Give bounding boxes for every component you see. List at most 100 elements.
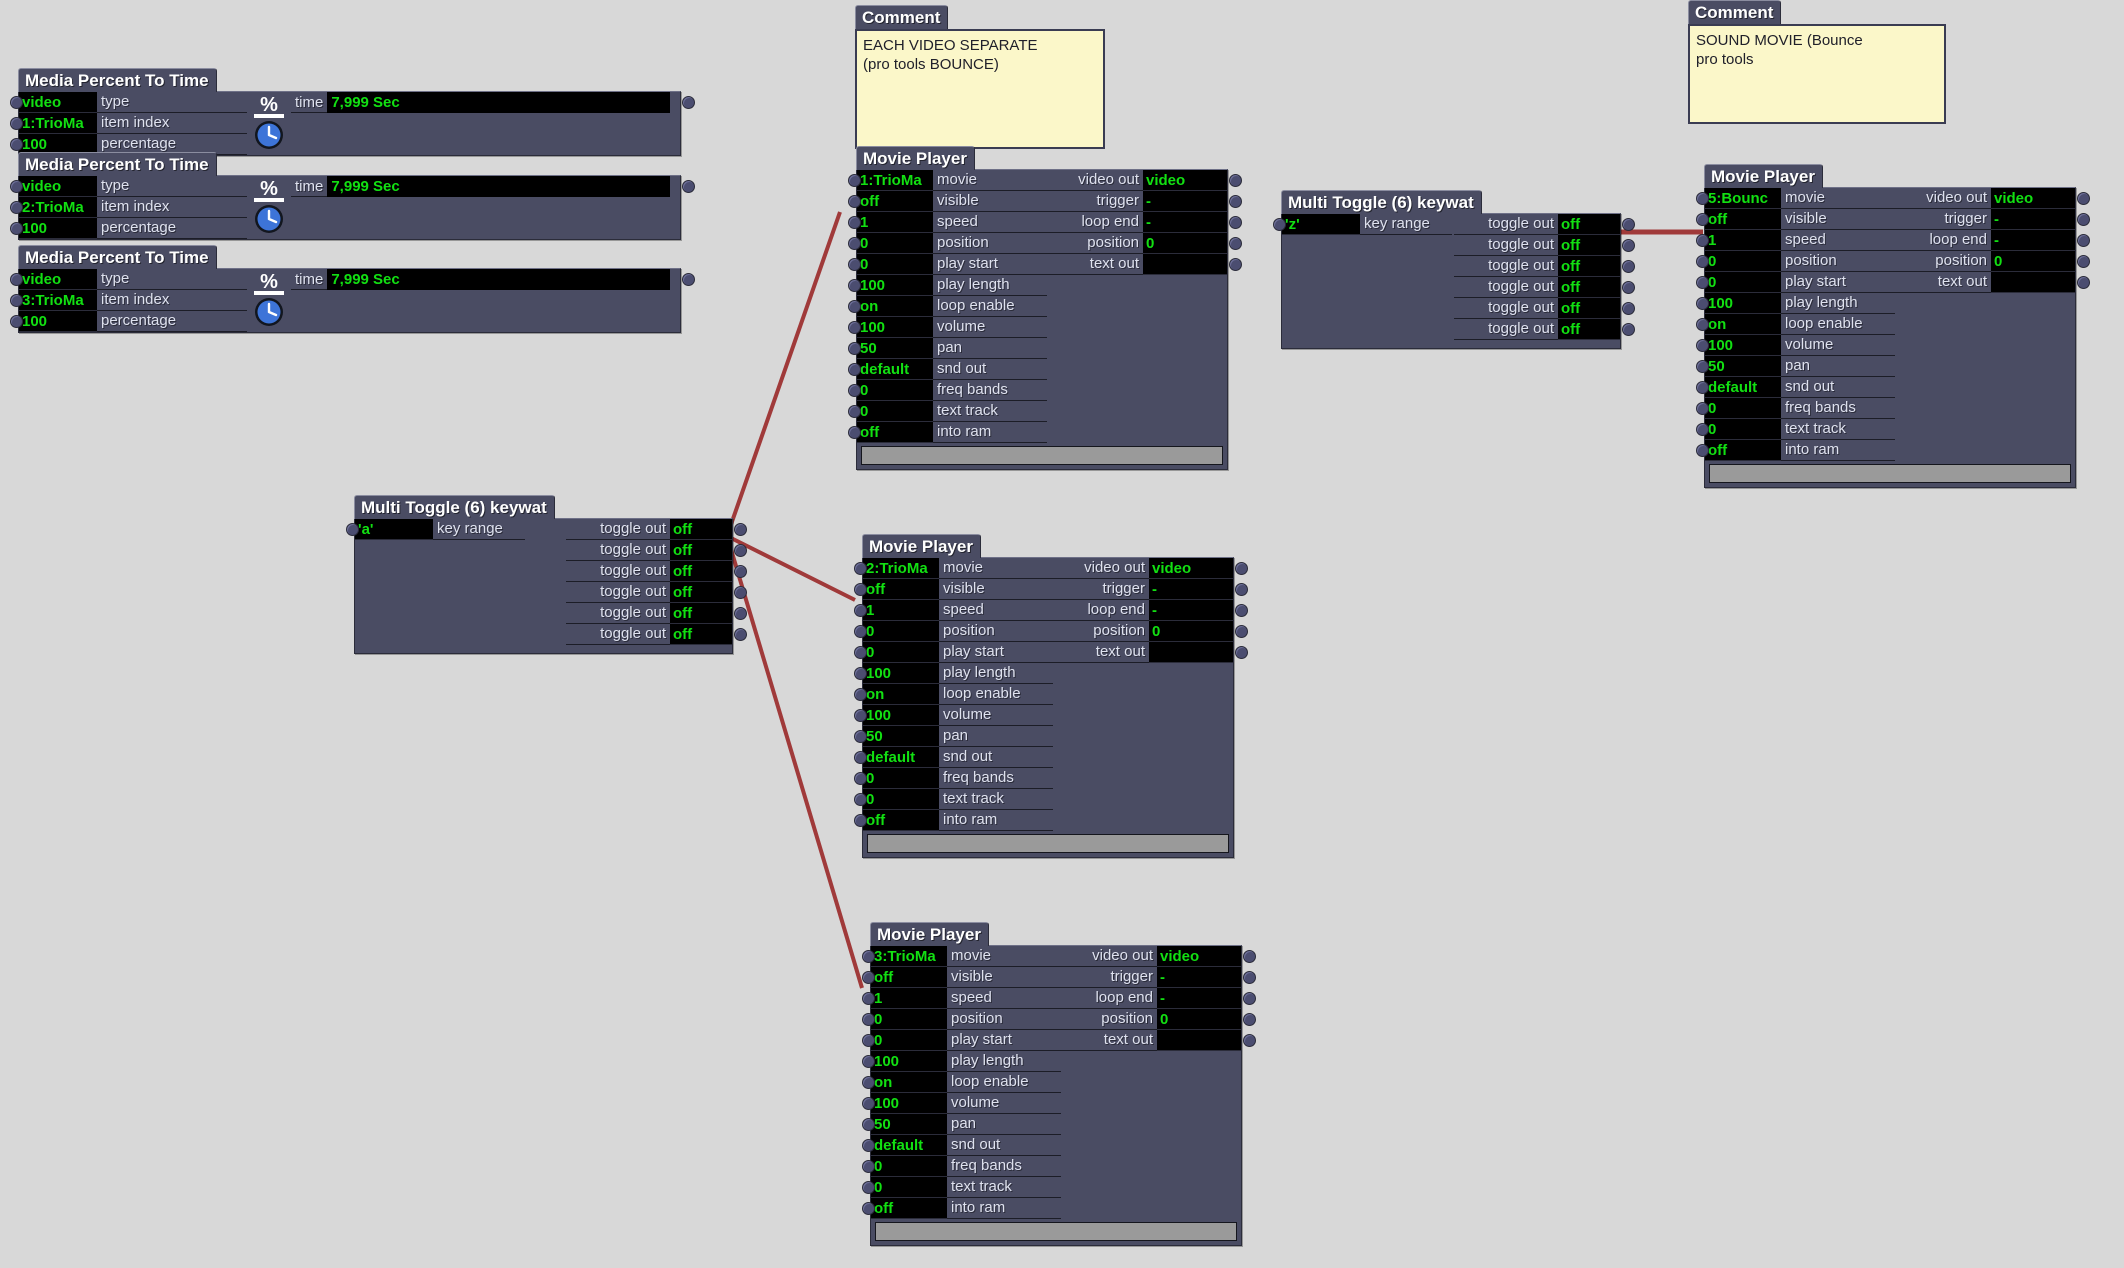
input-port[interactable] xyxy=(1696,360,1709,373)
output-port[interactable] xyxy=(1229,258,1242,271)
output-value[interactable]: 0 xyxy=(1157,1009,1241,1030)
input-port[interactable] xyxy=(1696,213,1709,226)
output-port[interactable] xyxy=(1229,195,1242,208)
input-value[interactable]: 100 xyxy=(871,1051,947,1072)
output-port[interactable] xyxy=(2077,213,2090,226)
toggle-out-value[interactable]: off xyxy=(1558,256,1620,277)
input-value[interactable]: 0 xyxy=(863,789,939,810)
output-value[interactable] xyxy=(1991,272,2075,293)
output-port[interactable] xyxy=(1235,646,1248,659)
input-value[interactable]: default xyxy=(857,359,933,380)
output-value[interactable]: video xyxy=(1149,558,1233,579)
input-port[interactable] xyxy=(854,730,867,743)
input-port[interactable] xyxy=(1696,192,1709,205)
input-value[interactable]: 50 xyxy=(871,1114,947,1135)
input-value[interactable]: 0 xyxy=(1705,398,1781,419)
output-value[interactable]: video xyxy=(1157,946,1241,967)
output-value[interactable]: - xyxy=(1157,967,1241,988)
input-port[interactable] xyxy=(10,180,23,193)
input-port[interactable] xyxy=(1696,423,1709,436)
key-range-value[interactable]: 'a' xyxy=(355,519,433,540)
movie-scrub-strip[interactable] xyxy=(875,1222,1237,1241)
input-value[interactable]: 50 xyxy=(1705,356,1781,377)
output-port[interactable] xyxy=(1235,604,1248,617)
input-port[interactable] xyxy=(1696,297,1709,310)
input-value[interactable]: 5:Bounc xyxy=(1705,188,1781,209)
input-value[interactable]: off xyxy=(871,1198,947,1219)
toggle-out-port[interactable] xyxy=(1622,260,1635,273)
output-port[interactable] xyxy=(1229,237,1242,250)
input-value[interactable]: 100 xyxy=(857,275,933,296)
input-value[interactable]: on xyxy=(857,296,933,317)
input-value[interactable]: 1 xyxy=(871,988,947,1009)
toggle-out-value[interactable]: off xyxy=(670,582,732,603)
toggle-out-port[interactable] xyxy=(734,607,747,620)
toggle-out-value[interactable]: off xyxy=(1558,298,1620,319)
key-range-value[interactable]: 'z' xyxy=(1282,214,1360,235)
output-value[interactable]: - xyxy=(1143,212,1227,233)
output-value[interactable]: - xyxy=(1143,191,1227,212)
input-port[interactable] xyxy=(862,992,875,1005)
input-value[interactable]: 1 xyxy=(1705,230,1781,251)
input-value[interactable]: 0 xyxy=(1705,251,1781,272)
input-value[interactable]: off xyxy=(863,579,939,600)
input-port[interactable] xyxy=(10,96,23,109)
input-port[interactable] xyxy=(854,667,867,680)
input-port[interactable] xyxy=(862,1013,875,1026)
output-port[interactable] xyxy=(2077,192,2090,205)
input-value[interactable]: 1 xyxy=(863,600,939,621)
toggle-out-value[interactable]: off xyxy=(670,603,732,624)
input-port[interactable] xyxy=(10,273,23,286)
input-value[interactable]: on xyxy=(863,684,939,705)
input-port[interactable] xyxy=(854,772,867,785)
input-port[interactable] xyxy=(1696,381,1709,394)
toggle-out-value[interactable]: off xyxy=(670,519,732,540)
input-port[interactable] xyxy=(10,294,23,307)
input-port[interactable] xyxy=(854,625,867,638)
input-value[interactable]: 0 xyxy=(871,1030,947,1051)
toggle-out-port[interactable] xyxy=(1622,239,1635,252)
input-value[interactable]: 0 xyxy=(1705,419,1781,440)
input-value[interactable]: off xyxy=(857,191,933,212)
input-value[interactable]: 0 xyxy=(863,642,939,663)
input-port[interactable] xyxy=(848,300,861,313)
output-value[interactable] xyxy=(1149,642,1233,663)
time-output-value[interactable]: 7,999 Sec xyxy=(327,269,671,290)
input-value[interactable]: 100 xyxy=(871,1093,947,1114)
input-value[interactable]: default xyxy=(871,1135,947,1156)
toggle-out-port[interactable] xyxy=(734,628,747,641)
toggle-out-port[interactable] xyxy=(1622,218,1635,231)
comment-text[interactable]: SOUND MOVIE (Bounce pro tools xyxy=(1688,24,1946,124)
input-value[interactable]: 50 xyxy=(863,726,939,747)
toggle-out-port[interactable] xyxy=(1622,302,1635,315)
input-port[interactable] xyxy=(848,237,861,250)
output-port[interactable] xyxy=(1243,971,1256,984)
input-port[interactable] xyxy=(1696,255,1709,268)
input-value[interactable]: 100 xyxy=(863,663,939,684)
input-port[interactable] xyxy=(862,1139,875,1152)
comment-node[interactable]: Comment EACH VIDEO SEPARATE (pro tools BO… xyxy=(855,5,1105,149)
input-port[interactable] xyxy=(848,279,861,292)
input-port[interactable] xyxy=(848,405,861,418)
output-port[interactable] xyxy=(2077,234,2090,247)
toggle-out-value[interactable]: off xyxy=(1558,277,1620,298)
movie-scrub-strip[interactable] xyxy=(861,446,1223,465)
input-port[interactable] xyxy=(862,971,875,984)
toggle-out-value[interactable]: off xyxy=(670,561,732,582)
input-port[interactable] xyxy=(854,709,867,722)
input-value[interactable]: 0 xyxy=(871,1177,947,1198)
input-port[interactable] xyxy=(10,117,23,130)
input-port[interactable] xyxy=(10,222,23,235)
input-port[interactable] xyxy=(10,138,23,151)
input-port[interactable] xyxy=(854,604,867,617)
input-port[interactable] xyxy=(848,363,861,376)
output-value[interactable]: 0 xyxy=(1991,251,2075,272)
comment-node[interactable]: Comment SOUND MOVIE (Bounce pro tools xyxy=(1688,0,1946,124)
toggle-out-port[interactable] xyxy=(734,544,747,557)
toggle-out-value[interactable]: off xyxy=(1558,235,1620,256)
input-value[interactable]: off xyxy=(1705,440,1781,461)
output-value[interactable]: - xyxy=(1157,988,1241,1009)
input-value[interactable]: 0 xyxy=(857,401,933,422)
input-port[interactable] xyxy=(10,201,23,214)
input-port[interactable] xyxy=(848,342,861,355)
